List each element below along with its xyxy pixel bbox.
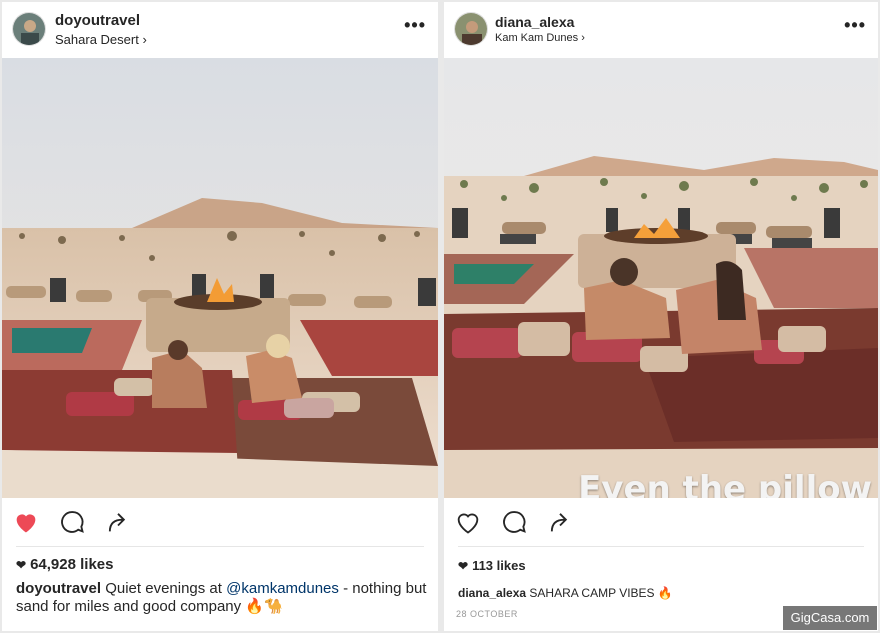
caption-username[interactable]: doyoutravel (16, 580, 101, 597)
username[interactable]: diana_alexa (495, 14, 574, 30)
heart-icon[interactable] (454, 508, 484, 538)
more-icon[interactable]: ••• (404, 16, 426, 34)
post-card-2: diana_alexa Kam Kam Dunes › ••• Even the… (444, 2, 878, 631)
avatar[interactable] (454, 12, 488, 46)
chevron-right-icon: › (581, 32, 585, 44)
post-photo[interactable]: Even the pillow arrangement (444, 58, 878, 498)
post-header: doyoutravel Sahara Desert › ••• (2, 2, 438, 58)
post-photo[interactable] (2, 58, 438, 498)
heart-icon[interactable] (12, 508, 42, 538)
post-date: 28 OCTOBER (456, 609, 518, 619)
comment-icon[interactable] (58, 508, 88, 538)
location-label: Sahara Desert (55, 32, 139, 47)
chevron-right-icon: › (142, 32, 147, 47)
action-bar (12, 508, 212, 538)
caption-text: Quiet evenings at (105, 580, 222, 597)
likes-label: 64,928 likes (30, 556, 114, 573)
caption: doyoutravel Quiet evenings at @kamkamdun… (16, 580, 428, 616)
share-icon[interactable] (546, 508, 576, 538)
share-icon[interactable] (104, 508, 134, 538)
more-icon[interactable]: ••• (844, 16, 866, 34)
caption: diana_alexa SAHARA CAMP VIBES 🔥 (458, 584, 868, 602)
location-link[interactable]: Kam Kam Dunes › (495, 32, 585, 44)
divider (458, 546, 864, 547)
comment-icon[interactable] (500, 508, 530, 538)
heart-small-icon: ❤ (458, 559, 469, 573)
watermark: GigCasa.com (783, 606, 877, 630)
overlay-line-1: Even the pillow (578, 469, 872, 498)
likes-count[interactable]: ❤ 64,928 likes (16, 556, 113, 573)
story-overlay-text: Even the pillow arrangement (578, 470, 872, 498)
likes-label: 113 likes (472, 558, 526, 573)
heart-small-icon: ❤ (16, 558, 27, 572)
avatar[interactable] (12, 12, 46, 46)
caption-username[interactable]: diana_alexa (458, 586, 526, 600)
location-link[interactable]: Sahara Desert › (55, 32, 147, 47)
username[interactable]: doyoutravel (55, 12, 140, 29)
likes-count[interactable]: ❤ 113 likes (458, 558, 526, 573)
post-header: diana_alexa Kam Kam Dunes › ••• (444, 2, 878, 58)
caption-text: SAHARA CAMP VIBES 🔥 (529, 586, 673, 600)
post-card-1: doyoutravel Sahara Desert › ••• ❤ 64,928… (2, 2, 438, 631)
divider (16, 546, 424, 547)
location-label: Kam Kam Dunes (495, 32, 579, 44)
action-bar (454, 508, 654, 538)
caption-mention[interactable]: @kamkamdunes (226, 580, 339, 597)
